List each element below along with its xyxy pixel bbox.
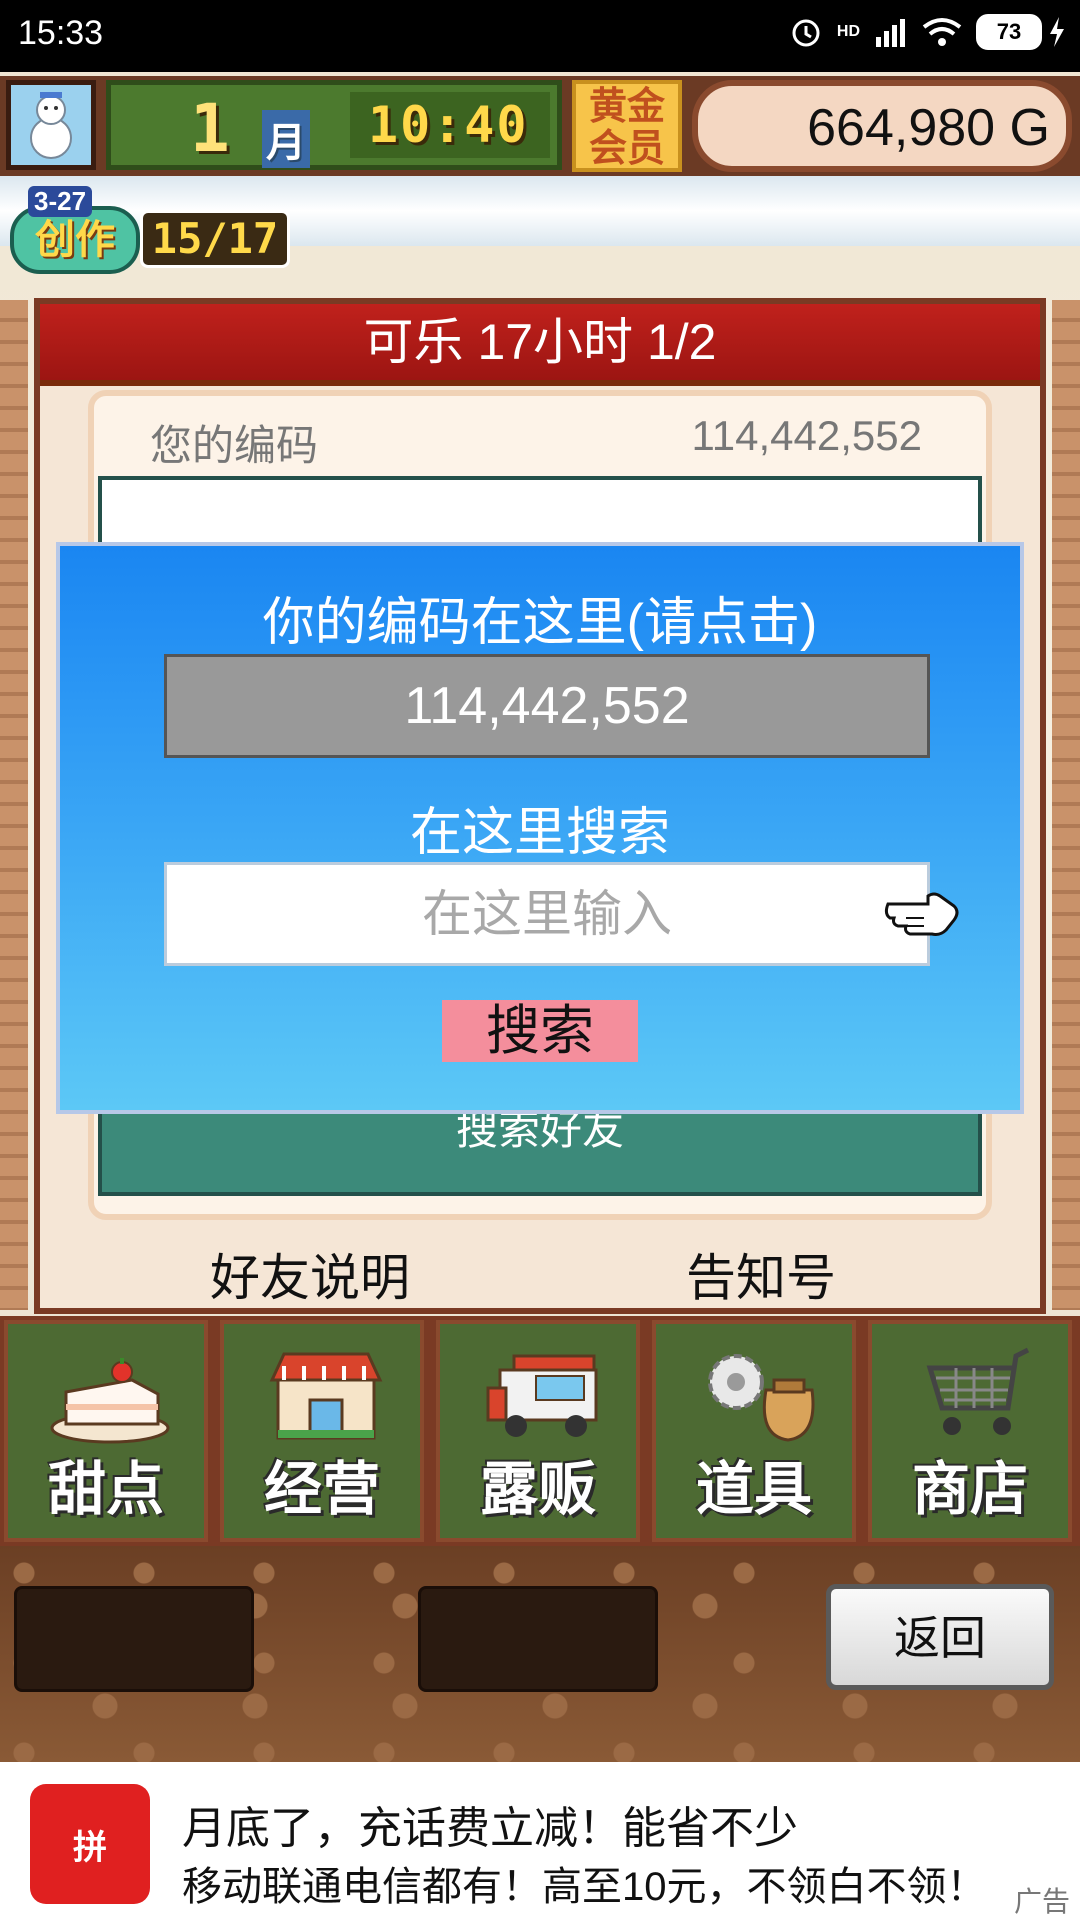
shop-building-icon	[269, 1352, 383, 1440]
empty-slot	[14, 1586, 254, 1692]
left-wall-decor	[0, 300, 28, 1310]
your-code-value: 114,442,552	[691, 412, 922, 459]
snowman-icon	[30, 92, 72, 159]
pointing-hand-icon	[884, 892, 959, 936]
charging-icon	[1050, 17, 1064, 47]
menu-item-dessert[interactable]: 甜点	[4, 1320, 208, 1542]
ad-logo[interactable]: 拼	[30, 1784, 150, 1904]
network-label: HD	[836, 23, 860, 40]
create-date: 3-27	[28, 186, 93, 217]
right-wall-decor	[1052, 300, 1080, 1310]
month-unit: 月	[262, 110, 310, 168]
signal-icon	[876, 19, 905, 47]
your-code-label: 您的编码	[150, 422, 319, 469]
status-time: 15:33	[18, 14, 104, 52]
panel-title: 可乐 17小时 1/2	[40, 304, 1040, 386]
wifi-icon	[922, 18, 962, 46]
battery-indicator: 73	[976, 14, 1066, 50]
empty-slot	[418, 1586, 658, 1692]
gold-member-badge[interactable]: 黄金会员	[572, 80, 682, 172]
alarm-icon	[792, 19, 820, 47]
friend-list-row[interactable]	[102, 480, 978, 550]
search-button[interactable]: 搜索	[442, 1000, 638, 1062]
dialog-title: 你的编码在这里(请点击)	[262, 594, 818, 652]
ad-headline[interactable]: 月底了，充话费立减！能省不少	[182, 1792, 798, 1856]
player-avatar[interactable]	[6, 80, 96, 170]
menu-item-stall[interactable]: 露贩	[436, 1320, 640, 1542]
friend-help-link[interactable]: 好友说明	[210, 1238, 410, 1310]
cake-icon	[50, 1358, 170, 1444]
search-input[interactable]	[164, 862, 930, 966]
menu-label: 商店	[911, 1457, 1028, 1522]
status-icons: HD 73	[789, 14, 1066, 50]
notice-link[interactable]: 告知号	[686, 1238, 836, 1310]
menu-label: 露贩	[479, 1457, 596, 1522]
items-bag-icon	[708, 1354, 815, 1442]
menu-item-items[interactable]: 道具	[652, 1320, 856, 1542]
my-code-box[interactable]: 114,442,552	[164, 654, 930, 758]
back-button[interactable]: 返回	[826, 1584, 1054, 1690]
money-amount: 664,980 G	[807, 99, 1050, 157]
battery-level: 73	[976, 14, 1042, 50]
search-label: 在这里搜索	[409, 804, 670, 862]
ad-tag: 广告	[1013, 1886, 1070, 1917]
game-clock: 10:40	[368, 96, 529, 154]
create-count: 15/17	[140, 210, 290, 268]
food-truck-icon	[486, 1354, 598, 1437]
menu-item-store[interactable]: 商店	[868, 1320, 1072, 1542]
ad-subline[interactable]: 移动联通电信都有！高至10元，不领白不领！	[182, 1854, 987, 1912]
menu-label: 道具	[695, 1457, 812, 1522]
shopping-cart-icon	[926, 1347, 1030, 1435]
menu-label: 经营	[263, 1457, 380, 1522]
menu-item-manage[interactable]: 经营	[220, 1320, 424, 1542]
menu-label: 甜点	[47, 1457, 164, 1522]
month-number: 1	[190, 90, 230, 167]
